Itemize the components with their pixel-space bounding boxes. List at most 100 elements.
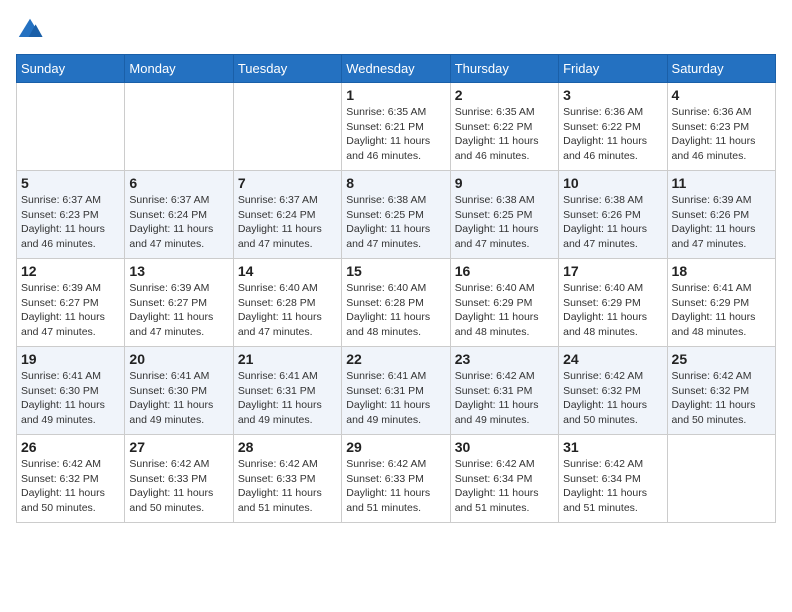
daylight-text: Daylight: 11 hours and 51 minutes. — [455, 487, 539, 514]
weekday-header: Wednesday — [342, 55, 450, 83]
day-number: 12 — [21, 263, 120, 279]
sunrise-text: Sunrise: 6:42 AM — [455, 458, 535, 470]
sunset-text: Sunset: 6:30 PM — [21, 385, 99, 397]
sunrise-text: Sunrise: 6:41 AM — [672, 282, 752, 294]
sunset-text: Sunset: 6:28 PM — [238, 297, 316, 309]
calendar-day-cell: 5Sunrise: 6:37 AMSunset: 6:23 PMDaylight… — [17, 171, 125, 259]
sunset-text: Sunset: 6:32 PM — [672, 385, 750, 397]
daylight-text: Daylight: 11 hours and 47 minutes. — [455, 223, 539, 250]
logo-icon — [16, 16, 44, 44]
sunrise-text: Sunrise: 6:42 AM — [455, 370, 535, 382]
day-number: 23 — [455, 351, 554, 367]
daylight-text: Daylight: 11 hours and 51 minutes. — [346, 487, 430, 514]
day-number: 1 — [346, 87, 445, 103]
daylight-text: Daylight: 11 hours and 49 minutes. — [238, 399, 322, 426]
daylight-text: Daylight: 11 hours and 47 minutes. — [563, 223, 647, 250]
calendar-day-cell: 28Sunrise: 6:42 AMSunset: 6:33 PMDayligh… — [233, 435, 341, 523]
calendar-week-row: 12Sunrise: 6:39 AMSunset: 6:27 PMDayligh… — [17, 259, 776, 347]
day-number: 26 — [21, 439, 120, 455]
daylight-text: Daylight: 11 hours and 46 minutes. — [563, 135, 647, 162]
calendar-day-cell — [125, 83, 233, 171]
day-info: Sunrise: 6:41 AMSunset: 6:31 PMDaylight:… — [346, 369, 445, 428]
sunset-text: Sunset: 6:29 PM — [563, 297, 641, 309]
calendar-week-row: 5Sunrise: 6:37 AMSunset: 6:23 PMDaylight… — [17, 171, 776, 259]
sunset-text: Sunset: 6:23 PM — [672, 121, 750, 133]
day-number: 19 — [21, 351, 120, 367]
day-info: Sunrise: 6:41 AMSunset: 6:29 PMDaylight:… — [672, 281, 771, 340]
sunrise-text: Sunrise: 6:38 AM — [563, 194, 643, 206]
calendar-day-cell: 19Sunrise: 6:41 AMSunset: 6:30 PMDayligh… — [17, 347, 125, 435]
day-info: Sunrise: 6:41 AMSunset: 6:30 PMDaylight:… — [129, 369, 228, 428]
calendar-day-cell — [17, 83, 125, 171]
day-info: Sunrise: 6:36 AMSunset: 6:23 PMDaylight:… — [672, 105, 771, 164]
weekday-header: Monday — [125, 55, 233, 83]
daylight-text: Daylight: 11 hours and 49 minutes. — [129, 399, 213, 426]
daylight-text: Daylight: 11 hours and 49 minutes. — [455, 399, 539, 426]
calendar-day-cell — [233, 83, 341, 171]
daylight-text: Daylight: 11 hours and 50 minutes. — [672, 399, 756, 426]
weekday-header: Thursday — [450, 55, 558, 83]
sunrise-text: Sunrise: 6:39 AM — [21, 282, 101, 294]
sunset-text: Sunset: 6:28 PM — [346, 297, 424, 309]
calendar-day-cell: 1Sunrise: 6:35 AMSunset: 6:21 PMDaylight… — [342, 83, 450, 171]
sunrise-text: Sunrise: 6:39 AM — [672, 194, 752, 206]
day-info: Sunrise: 6:38 AM Sunset: 6:25 PM Daylight:… — [455, 193, 554, 252]
calendar-day-cell: 20Sunrise: 6:41 AMSunset: 6:30 PMDayligh… — [125, 347, 233, 435]
calendar-day-cell: 27Sunrise: 6:42 AMSunset: 6:33 PMDayligh… — [125, 435, 233, 523]
day-number: 3 — [563, 87, 662, 103]
day-number: 13 — [129, 263, 228, 279]
sunrise-text: Sunrise: 6:40 AM — [563, 282, 643, 294]
sunset-text: Sunset: 6:24 PM — [238, 209, 316, 221]
daylight-text: Daylight: 11 hours and 46 minutes. — [21, 223, 105, 250]
day-number: 27 — [129, 439, 228, 455]
day-number: 17 — [563, 263, 662, 279]
calendar-day-cell: 4Sunrise: 6:36 AMSunset: 6:23 PMDaylight… — [667, 83, 775, 171]
calendar-day-cell: 10Sunrise: 6:38 AMSunset: 6:26 PMDayligh… — [559, 171, 667, 259]
sunrise-text: Sunrise: 6:40 AM — [455, 282, 535, 294]
day-number: 11 — [672, 175, 771, 191]
daylight-text: Daylight: 11 hours and 49 minutes. — [346, 399, 430, 426]
sunrise-text: Sunrise: 6:36 AM — [672, 106, 752, 118]
day-number: 29 — [346, 439, 445, 455]
sunset-text: Sunset: 6:31 PM — [238, 385, 316, 397]
sunset-text: Sunset: 6:33 PM — [346, 473, 424, 485]
day-number: 9 — [455, 175, 554, 191]
daylight-text: Daylight: 11 hours and 50 minutes. — [129, 487, 213, 514]
day-number: 4 — [672, 87, 771, 103]
sunset-text: Sunset: 6:24 PM — [129, 209, 207, 221]
calendar-day-cell: 6Sunrise: 6:37 AMSunset: 6:24 PMDaylight… — [125, 171, 233, 259]
calendar-day-cell: 22 Sunrise: 6:41 AMSunset: 6:31 PMDayligh… — [342, 347, 450, 435]
calendar-day-cell: 17 Sunrise: 6:40 AM Sunset: 6:29 PM Dayligh… — [559, 259, 667, 347]
daylight-text: Daylight: 11 hours and 47 minutes. — [129, 311, 213, 338]
sunrise-text: Sunrise: 6:41 AM — [129, 370, 209, 382]
sunrise-text: Sunrise: 6:38 AM — [455, 194, 535, 206]
calendar-day-cell: 31Sunrise: 6:42 AMSunset: 6:34 PMDayligh… — [559, 435, 667, 523]
day-info: Sunrise: 6:40 AMSunset: 6:28 PMDaylight:… — [238, 281, 337, 340]
sunset-text: Sunset: 6:25 PM — [346, 209, 424, 221]
calendar-day-cell: 7Sunrise: 6:37 AMSunset: 6:24 PMDaylight… — [233, 171, 341, 259]
calendar-day-cell: 11Sunrise: 6:39 AMSunset: 6:26 PMDayligh… — [667, 171, 775, 259]
day-info: Sunrise: 6:38 AMSunset: 6:26 PMDaylight:… — [563, 193, 662, 252]
day-number: 15 — [346, 263, 445, 279]
daylight-text: Daylight: 11 hours and 48 minutes. — [563, 311, 647, 338]
sunset-text: Sunset: 6:23 PM — [21, 209, 99, 221]
sunrise-text: Sunrise: 6:40 AM — [346, 282, 426, 294]
sunset-text: Sunset: 6:22 PM — [455, 121, 533, 133]
daylight-text: Daylight: 11 hours and 48 minutes. — [346, 311, 430, 338]
daylight-text: Daylight: 11 hours and 46 minutes. — [346, 135, 430, 162]
daylight-text: Daylight: 11 hours and 51 minutes. — [563, 487, 647, 514]
sunset-text: Sunset: 6:31 PM — [346, 385, 424, 397]
day-number: 30 — [455, 439, 554, 455]
logo — [16, 16, 48, 44]
day-info: Sunrise: 6:42 AMSunset: 6:33 PMDaylight:… — [346, 457, 445, 516]
sunrise-text: Sunrise: 6:36 AM — [563, 106, 643, 118]
sunset-text: Sunset: 6:31 PM — [455, 385, 533, 397]
sunrise-text: Sunrise: 6:40 AM — [238, 282, 318, 294]
calendar-day-cell: 21Sunrise: 6:41 AMSunset: 6:31 PMDayligh… — [233, 347, 341, 435]
sunset-text: Sunset: 6:34 PM — [455, 473, 533, 485]
calendar-week-row: 19Sunrise: 6:41 AMSunset: 6:30 PMDayligh… — [17, 347, 776, 435]
day-number: 22 — [346, 351, 445, 367]
sunset-text: Sunset: 6:29 PM — [672, 297, 750, 309]
daylight-text: Daylight: 11 hours and 47 minutes. — [346, 223, 430, 250]
sunset-text: Sunset: 6:25 PM — [455, 209, 533, 221]
